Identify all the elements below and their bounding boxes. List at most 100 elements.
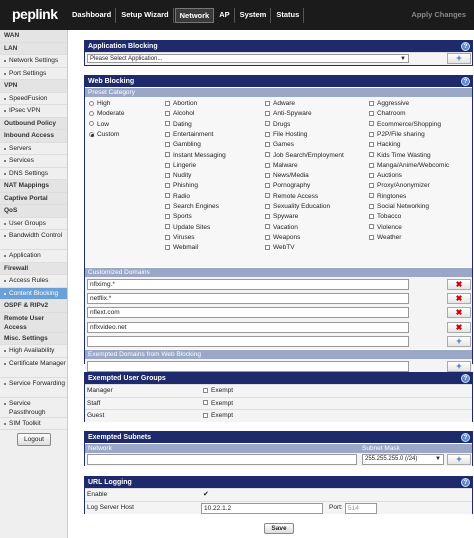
category-auctions[interactable]: Auctions [369,172,402,179]
sidebar-item-servers[interactable]: Servers [0,143,67,155]
category-weather[interactable]: Weather [369,234,401,241]
checkbox-icon[interactable] [165,244,170,250]
category-drugs[interactable]: Drugs [265,121,290,128]
sidebar-item-speedfusion[interactable]: SpeedFusion [0,93,67,105]
add-subnet-button[interactable]: + [447,454,471,465]
category-nudity[interactable]: Nudity [165,172,191,179]
exempt-checkbox[interactable] [203,412,208,418]
category-radio[interactable]: Radio [165,193,190,200]
category-social-networking[interactable]: Social Networking [369,203,429,210]
delete-domain-button[interactable]: ✖ [447,321,471,333]
category-sexuality-education[interactable]: Sexuality Education [265,203,330,210]
checkbox-icon[interactable] [369,234,374,240]
radio-icon[interactable] [89,111,94,117]
sidebar-item-service-passthrough[interactable]: Service Passthrough [0,398,67,418]
tab-network[interactable]: Network [174,8,215,23]
checkbox-icon[interactable] [165,162,170,168]
domain-input[interactable]: nflxvideo.net [87,321,409,333]
delete-domain-button[interactable]: ✖ [447,293,471,305]
tab-setup-wizard[interactable]: Setup Wizard [117,8,174,23]
checkbox-icon[interactable] [265,172,270,178]
checkbox-icon[interactable] [369,152,374,158]
category-p2p-file-sharing[interactable]: P2P/File sharing [369,131,425,138]
checkbox-icon[interactable] [265,121,270,127]
radio-icon[interactable] [89,131,94,137]
category-manga-anime-webcomic[interactable]: Manga/Anime/Webcomic [369,162,449,169]
category-malware[interactable]: Malware [265,162,298,169]
help-icon[interactable]: ? [461,77,470,86]
sidebar-item-certificate-manager[interactable]: Certificate Manager [0,358,67,378]
category-aggressive[interactable]: Aggressive [369,100,409,107]
checkbox-icon[interactable] [369,203,374,209]
category-kids-time-wasting[interactable]: Kids Time Wasting [369,152,431,159]
peplink-logo[interactable]: peplink [12,4,58,26]
sidebar-item-service-forwarding[interactable]: Service Forwarding [0,378,67,398]
sidebar-item-lan[interactable]: LAN [0,42,67,55]
delete-domain-button[interactable]: ✖ [447,307,471,319]
checkbox-icon[interactable] [265,193,270,199]
add-domain-button[interactable]: + [447,335,471,347]
radio-icon[interactable] [89,100,94,106]
checkbox-icon[interactable] [265,131,270,137]
category-instant-messaging[interactable]: Instant Messaging [165,152,226,159]
category-sports[interactable]: Sports [165,213,192,220]
exempt-option[interactable]: Exempt [203,400,233,407]
application-select[interactable]: Please Select Application... ▼ [87,54,409,63]
category-ringtones[interactable]: Ringtones [369,193,406,200]
tab-system[interactable]: System [236,8,272,23]
save-button[interactable]: Save [264,523,294,534]
category-tobacco[interactable]: Tobacco [369,213,401,220]
sidebar-item-sim-toolkit[interactable]: SIM Toolkit [0,418,67,430]
checkbox-icon[interactable] [265,244,270,250]
domain-input[interactable]: nflext.com [87,307,409,319]
add-application-button[interactable]: + [447,53,471,64]
checkbox-icon[interactable] [165,131,170,137]
category-phishing[interactable]: Phishing [165,182,198,189]
help-icon[interactable]: ? [461,433,470,442]
category-vacation[interactable]: Vacation [265,224,298,231]
checkbox-icon[interactable] [265,141,270,147]
help-icon[interactable]: ? [461,42,470,51]
checkbox-icon[interactable] [165,203,170,209]
category-alcohol[interactable]: Alcohol [165,110,194,117]
checkbox-icon[interactable] [165,224,170,230]
sidebar-item-ipsec-vpn[interactable]: IPsec VPN [0,105,67,118]
network-input[interactable] [87,454,357,465]
port-input[interactable]: 514 [345,502,377,514]
checkbox-icon[interactable] [369,193,374,199]
category-pornography[interactable]: Pornography [265,182,310,189]
category-gambling[interactable]: Gambling [165,141,201,148]
checkbox-icon[interactable] [265,100,270,106]
enable-checkbox[interactable]: ✔ [203,490,209,498]
sidebar-item-vpn[interactable]: VPN [0,80,67,93]
category-ecommerce-shopping[interactable]: Ecommerce/Shopping [369,121,441,128]
checkbox-icon[interactable] [369,162,374,168]
category-proxy-anonymizer[interactable]: Proxy/Anonymizer [369,182,430,189]
logout-button[interactable]: Logout [17,433,51,446]
help-icon[interactable]: ? [461,374,470,383]
category-update-sites[interactable]: Update Sites [165,224,210,231]
exempt-checkbox[interactable] [203,387,208,393]
category-spyware[interactable]: Spyware [265,213,298,220]
category-hacking[interactable]: Hacking [369,141,400,148]
category-abortion[interactable]: Abortion [165,100,197,107]
checkbox-icon[interactable] [369,131,374,137]
sidebar-item-firewall[interactable]: Firewall [0,262,67,275]
exempt-option[interactable]: Exempt [203,412,233,419]
category-anti-spyware[interactable]: Anti-Spyware [265,110,312,117]
category-dating[interactable]: Dating [165,121,192,128]
tab-dashboard[interactable]: Dashboard [68,8,117,23]
sidebar-item-services[interactable]: Services [0,155,67,168]
checkbox-icon[interactable] [165,100,170,106]
sidebar-item-remote-user-access[interactable]: Remote User Access [0,312,67,333]
category-webmail[interactable]: Webmail [165,244,198,251]
checkbox-icon[interactable] [369,172,374,178]
category-job-search-employment[interactable]: Job Search/Employment [265,152,344,159]
category-search-engines[interactable]: Search Engines [165,203,219,210]
category-violence[interactable]: Violence [369,224,402,231]
checkbox-icon[interactable] [265,111,270,117]
subnet-mask-select[interactable]: 255.255.255.0 (/24) ▼ [362,454,444,465]
category-weapons[interactable]: Weapons [265,234,300,241]
sidebar-item-dns-settings[interactable]: DNS Settings [0,168,67,180]
checkbox-icon[interactable] [165,214,170,220]
